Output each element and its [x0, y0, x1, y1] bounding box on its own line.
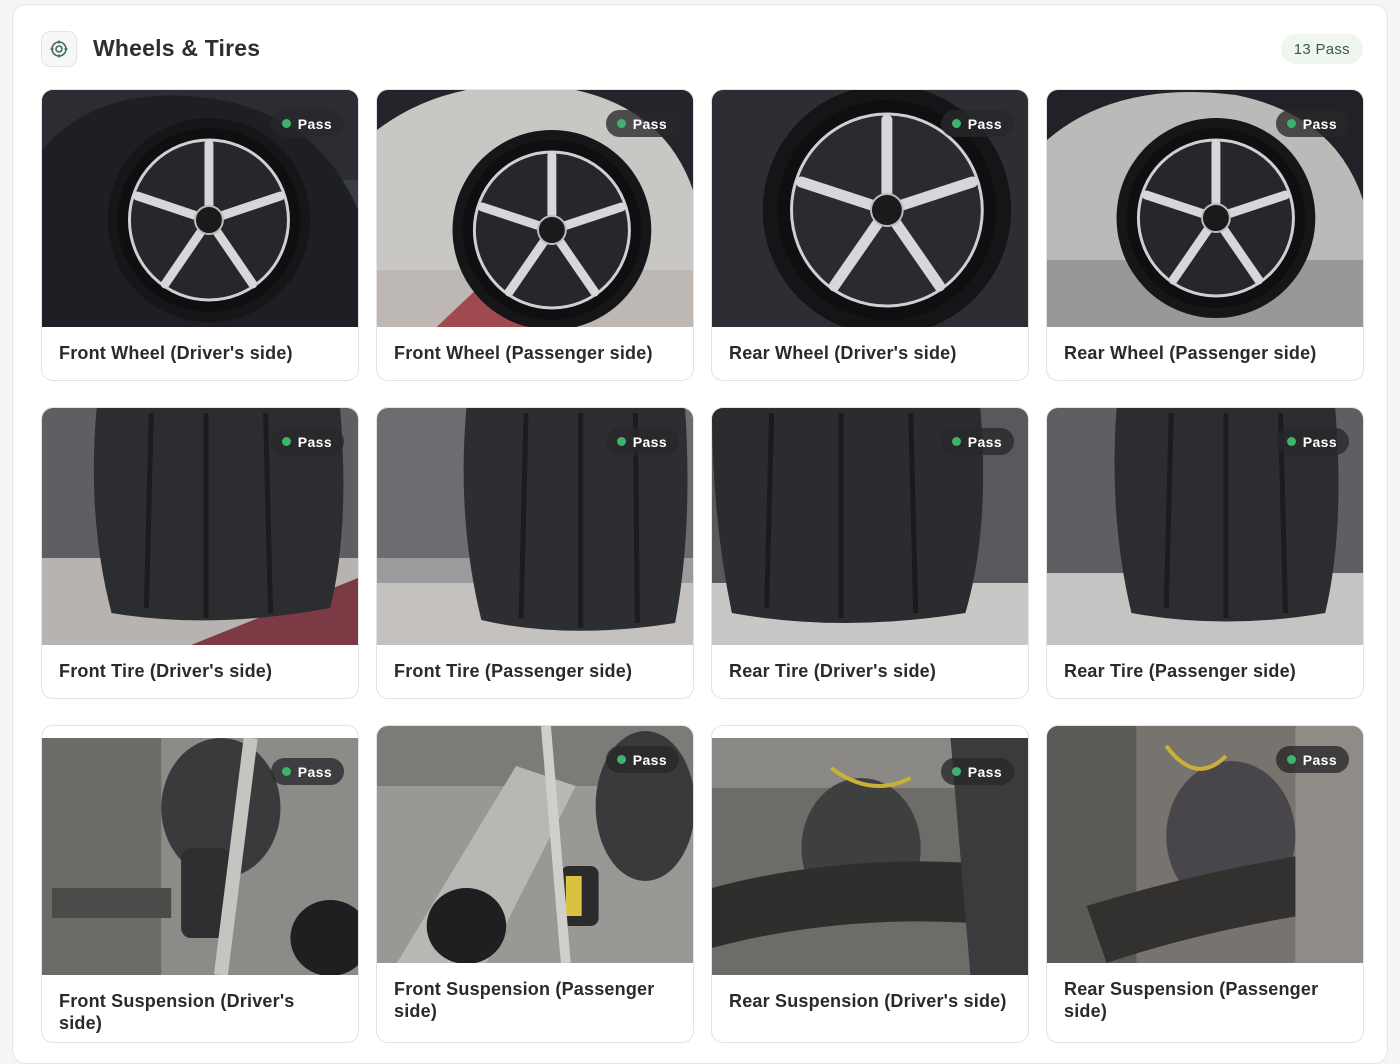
status-dot	[1286, 755, 1296, 764]
card-label: Rear Tire (Driver's side)	[729, 661, 937, 681]
section-title: Wheels & Tires	[93, 35, 261, 61]
card-label: Front Suspension (Driver's side)	[59, 991, 295, 1033]
status-label: Pass	[967, 115, 1002, 132]
inspection-card-front-tire-driver[interactable]: Pass Front Tire (Driver's side)	[41, 407, 359, 699]
status-dot	[281, 437, 291, 446]
card-label: Rear Suspension (Passenger side)	[1064, 979, 1319, 1021]
pass-status-badge: Pass	[605, 110, 679, 137]
card-label: Rear Wheel (Driver's side)	[729, 343, 957, 363]
pass-status-badge: Pass	[605, 428, 679, 455]
status-label: Pass	[297, 115, 332, 132]
inspection-card-rear-wheel-passenger[interactable]: Pass Rear Wheel (Passenger side)	[1046, 89, 1364, 381]
card-label: Front Suspension (Passenger side)	[394, 979, 655, 1021]
inspection-card-front-suspension-passenger[interactable]: Pass Front Suspension (Passenger side)	[376, 725, 694, 1043]
inspection-card-rear-wheel-driver[interactable]: Pass Rear Wheel (Driver's side)	[711, 89, 1029, 381]
pass-status-badge: Pass	[1275, 428, 1349, 455]
status-label: Pass	[297, 433, 332, 450]
status-dot	[1286, 437, 1296, 446]
status-dot	[951, 767, 961, 776]
card-label: Rear Tire (Passenger side)	[1064, 661, 1296, 681]
pass-status-badge: Pass	[1275, 746, 1349, 773]
status-label: Pass	[297, 763, 332, 780]
pass-status-badge: Pass	[940, 758, 1014, 785]
status-label: Pass	[1302, 433, 1337, 450]
card-label: Front Wheel (Driver's side)	[59, 343, 293, 363]
inspection-card-front-wheel-driver[interactable]: Pass Front Wheel (Driver's side)	[41, 89, 359, 381]
wheels-tires-section: Wheels & Tires 13 Pass Pass Front Wheel …	[12, 4, 1388, 1064]
pass-status-badge: Pass	[605, 746, 679, 773]
pass-status-badge: Pass	[940, 428, 1014, 455]
status-dot	[616, 437, 626, 446]
card-label: Front Tire (Passenger side)	[394, 661, 633, 681]
status-label: Pass	[1302, 751, 1337, 768]
status-dot	[616, 755, 626, 764]
status-label: Pass	[632, 433, 667, 450]
status-dot	[616, 119, 626, 128]
card-label: Rear Wheel (Passenger side)	[1064, 343, 1317, 363]
inspection-card-front-wheel-passenger[interactable]: Pass Front Wheel (Passenger side)	[376, 89, 694, 381]
inspection-card-front-tire-passenger[interactable]: Pass Front Tire (Passenger side)	[376, 407, 694, 699]
card-label: Front Wheel (Passenger side)	[394, 343, 653, 363]
inspection-card-rear-tire-passenger[interactable]: Pass Rear Tire (Passenger side)	[1046, 407, 1364, 699]
status-label: Pass	[632, 751, 667, 768]
status-dot	[281, 767, 291, 776]
pass-count-badge: 13 Pass	[1280, 34, 1363, 64]
inspection-card-rear-suspension-passenger[interactable]: Pass Rear Suspension (Passenger side)	[1046, 725, 1364, 1043]
status-label: Pass	[967, 433, 1002, 450]
inspection-card-rear-suspension-driver[interactable]: Pass Rear Suspension (Driver's side)	[711, 725, 1029, 1043]
inspection-card-front-suspension-driver[interactable]: Pass Front Suspension (Driver's side)	[41, 725, 359, 1043]
status-dot	[951, 437, 961, 446]
status-label: Pass	[632, 115, 667, 132]
target-icon	[41, 31, 77, 67]
inspection-card-rear-tire-driver[interactable]: Pass Rear Tire (Driver's side)	[711, 407, 1029, 699]
status-label: Pass	[967, 763, 1002, 780]
pass-status-badge: Pass	[1275, 110, 1349, 137]
pass-status-badge: Pass	[270, 428, 344, 455]
pass-status-badge: Pass	[270, 110, 344, 137]
pass-status-badge: Pass	[270, 758, 344, 785]
pass-status-badge: Pass	[940, 110, 1014, 137]
status-dot	[281, 119, 291, 128]
section-header: Wheels & Tires 13 Pass	[13, 5, 1387, 91]
status-label: Pass	[1302, 115, 1337, 132]
status-dot	[1286, 119, 1296, 128]
status-dot	[951, 119, 961, 128]
card-label: Front Tire (Driver's side)	[59, 661, 273, 681]
card-label: Rear Suspension (Driver's side)	[729, 991, 1007, 1011]
